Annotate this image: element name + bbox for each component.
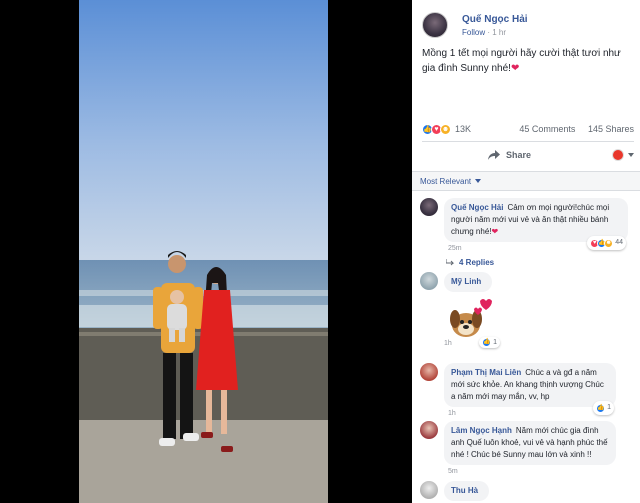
share-button[interactable]: Share bbox=[488, 150, 531, 160]
comment-sort-dropdown[interactable]: Most Relevant bbox=[412, 171, 640, 191]
comment-footer: 1h 👍 1 bbox=[420, 337, 632, 349]
comment-bubble: Lâm Ngọc Hạnh Năm mới chúc gia đình anh Q… bbox=[444, 421, 616, 465]
commenter-name[interactable]: Quế Ngọc Hải bbox=[451, 203, 503, 212]
heart-emoji: ❤ bbox=[491, 227, 499, 236]
post-header: Quế Ngọc Hải Follow · 1 hr bbox=[422, 10, 528, 40]
author-avatar[interactable] bbox=[422, 12, 448, 38]
counts-right: 45 Comments 145 Shares bbox=[519, 124, 634, 134]
post-caption: Mồng 1 tết mọi người hãy cười thật tươi … bbox=[422, 46, 630, 76]
author-name[interactable]: Quế Ngọc Hải bbox=[462, 14, 528, 25]
reaction-count[interactable]: 13K bbox=[455, 124, 471, 134]
commenter-name[interactable]: Lâm Ngọc Hạnh bbox=[451, 426, 512, 435]
commenter-avatar[interactable] bbox=[420, 272, 438, 290]
like-reaction-icon: 👍 bbox=[596, 403, 606, 413]
heart-emoji: ❤ bbox=[510, 63, 520, 74]
comment-reactions[interactable]: 👍 1 bbox=[593, 401, 614, 415]
reply-arrow-icon bbox=[446, 259, 455, 266]
comment-bubble: Quế Ngọc Hải Cảm ơn mọi người!chúc mọi ng… bbox=[444, 198, 628, 250]
comment-item: Lâm Ngọc Hạnh Năm mới chúc gia đình anh Q… bbox=[420, 421, 632, 475]
comment-item: Mỹ Linh bbox=[420, 272, 632, 292]
comment-bubble: Mỹ Linh bbox=[444, 272, 493, 292]
shares-count[interactable]: 145 Shares bbox=[588, 124, 634, 134]
comment-time[interactable]: 1h bbox=[448, 410, 616, 417]
comment-item: Quế Ngọc Hải Cảm ơn mọi người!chúc mọi ng… bbox=[420, 198, 632, 252]
photo-viewer bbox=[0, 0, 412, 503]
commenter-avatar[interactable] bbox=[420, 421, 438, 439]
replies-label: 4 Replies bbox=[459, 258, 495, 267]
view-replies-link[interactable]: 4 Replies bbox=[446, 258, 494, 267]
sort-label: Most Relevant bbox=[420, 176, 472, 186]
commenter-avatar[interactable] bbox=[420, 198, 438, 216]
comment-item: Thu Hà bbox=[420, 481, 632, 501]
chevron-down-icon bbox=[628, 153, 634, 157]
divider bbox=[422, 141, 634, 142]
share-icon bbox=[488, 150, 500, 160]
haha-reaction-icon[interactable]: ☻ bbox=[440, 123, 451, 135]
commenter-name[interactable]: Thu Hà bbox=[451, 486, 478, 495]
post-photo[interactable] bbox=[79, 0, 328, 503]
commenter-name[interactable]: Mỹ Linh bbox=[451, 277, 481, 286]
comment-reaction-count: 1 bbox=[607, 404, 611, 411]
comment-bubble: Phạm Thị Mai Liên Chúc a và gđ a năm mới … bbox=[444, 363, 616, 415]
post-side-panel: Quế Ngọc Hải Follow · 1 hr Mồng 1 tết mọ… bbox=[412, 0, 640, 503]
commenter-name[interactable]: Phạm Thị Mai Liên bbox=[451, 368, 521, 377]
dog-sticker bbox=[450, 299, 492, 337]
comment-item: Phạm Thị Mai Liên Chúc a và gđ a năm mới … bbox=[420, 363, 632, 417]
comment-reaction-count: 1 bbox=[493, 339, 497, 346]
post-meta: Follow · 1 hr bbox=[462, 28, 528, 37]
share-label: Share bbox=[506, 150, 532, 160]
comment-bubble: Thu Hà bbox=[444, 481, 490, 501]
commenter-avatar[interactable] bbox=[420, 363, 438, 381]
comment-time[interactable]: 1h bbox=[444, 340, 452, 347]
chevron-down-icon bbox=[475, 179, 482, 183]
comment-reactions[interactable]: ♥ 👍 ☻ 44 bbox=[587, 236, 626, 250]
comment-time[interactable]: 5m bbox=[448, 468, 616, 475]
post-time[interactable]: 1 hr bbox=[492, 28, 506, 37]
comments-count[interactable]: 45 Comments bbox=[519, 124, 575, 134]
page-avatar bbox=[612, 149, 624, 161]
caption-text: Mồng 1 tết mọi người hãy cười thật tươi … bbox=[422, 48, 621, 74]
commenter-avatar[interactable] bbox=[420, 481, 438, 499]
post-stats: 👍 ♥ ☻ 13K 45 Comments 145 Shares bbox=[422, 122, 634, 136]
comment-reactions[interactable]: 👍 1 bbox=[479, 337, 500, 348]
follow-link[interactable]: Follow bbox=[462, 28, 485, 37]
like-reaction-icon: 👍 bbox=[482, 338, 492, 347]
post-as-selector[interactable] bbox=[612, 149, 634, 161]
action-bar: Share bbox=[422, 143, 634, 167]
comment-reaction-count: 44 bbox=[615, 239, 623, 246]
haha-reaction-icon: ☻ bbox=[604, 238, 614, 248]
